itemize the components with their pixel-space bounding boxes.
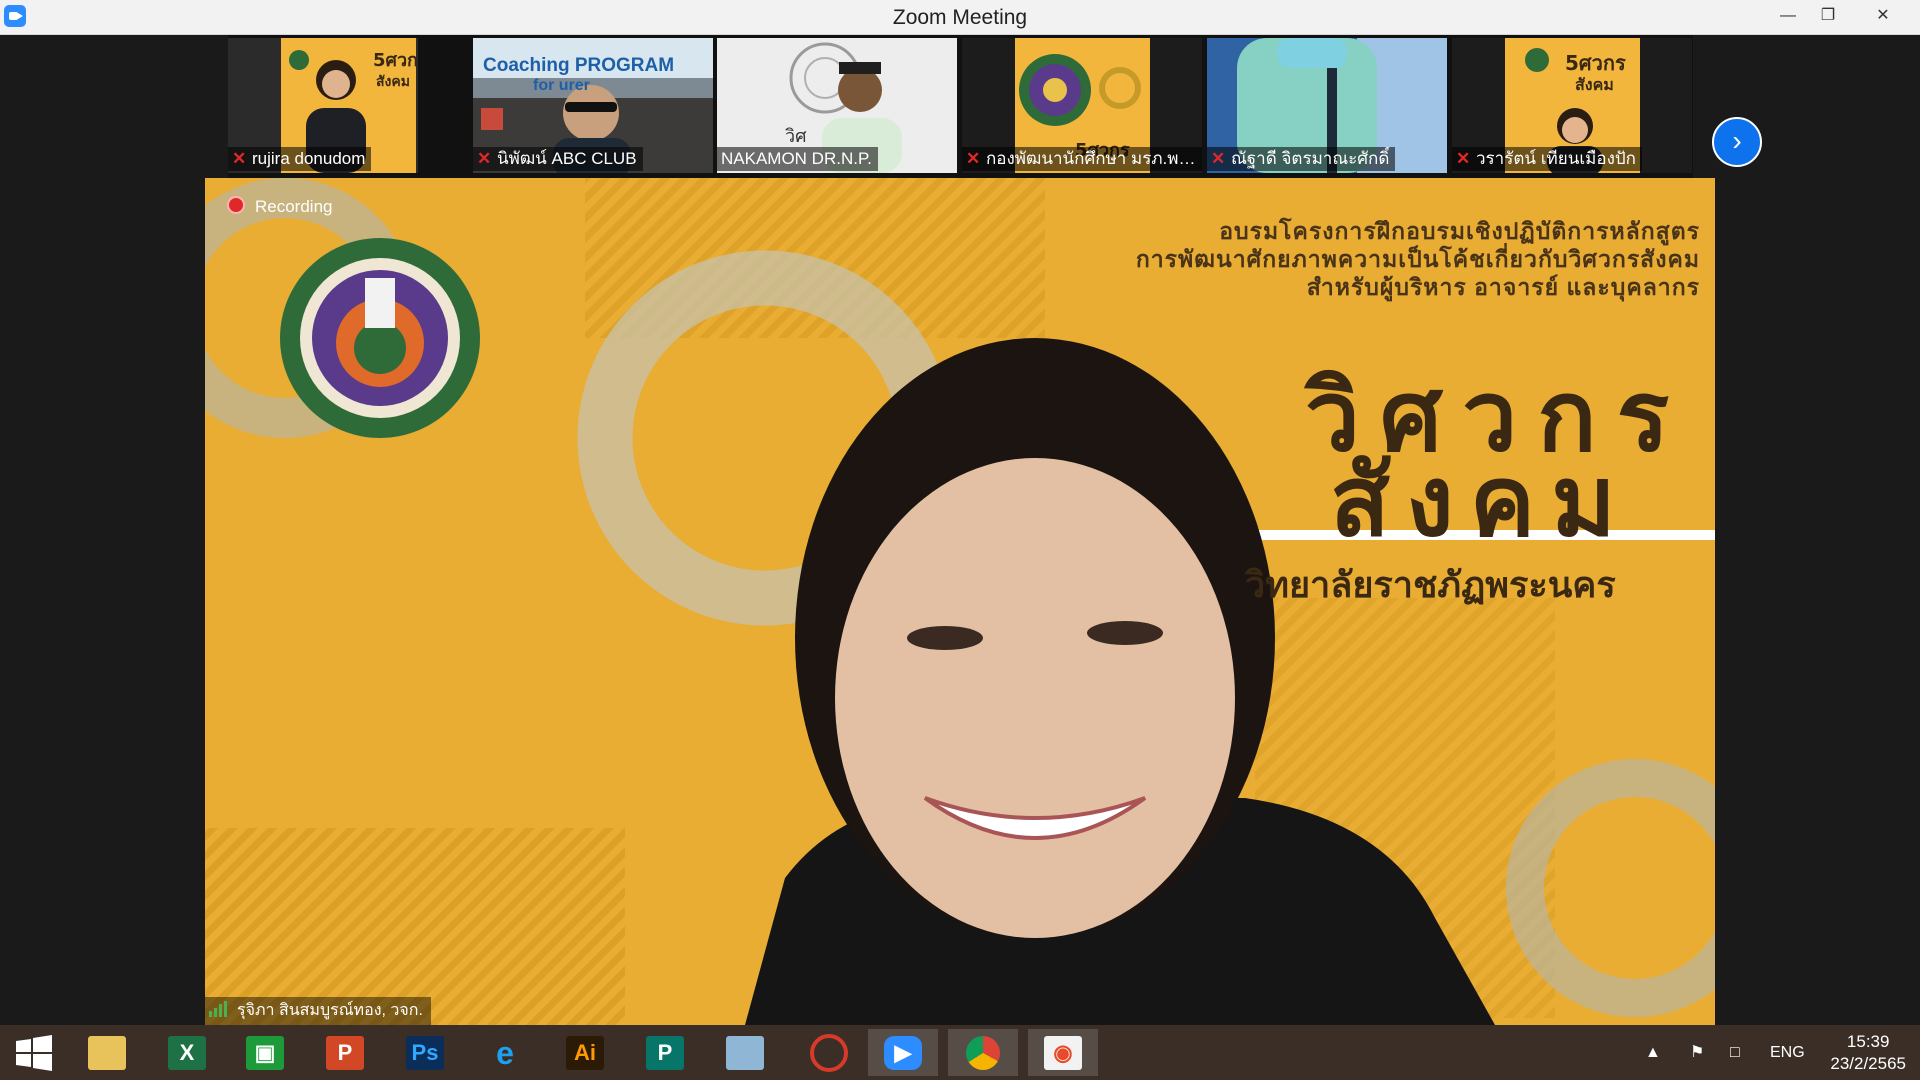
window-title: Zoom Meeting	[892, 6, 1028, 29]
internet-explorer-icon: e	[496, 1035, 514, 1071]
clock-time: 15:39	[1846, 1032, 1890, 1051]
taskbar-excel[interactable]: X	[152, 1029, 222, 1076]
participant-name-text: กองพัฒนานักศึกษา มรภ.พร...	[986, 149, 1202, 168]
svg-text:วิศ: วิศ	[785, 126, 807, 147]
participant-name-text: rujira donudom	[252, 149, 366, 168]
coaching-subtext: for urer	[533, 77, 590, 94]
speaker-name-text: รุจิภา สินสมบูรณ์ทอง, วจก.	[237, 1002, 423, 1019]
muted-mic-icon: ✕	[1456, 149, 1471, 168]
participant-tile[interactable]: วิศ NAKAMON DR.N.P.	[717, 38, 957, 173]
clock-date: 23/2/2565	[1830, 1054, 1906, 1073]
chrome-icon	[966, 1036, 1000, 1070]
taskbar-clock[interactable]: 15:39 23/2/2565	[1830, 1031, 1906, 1075]
muted-mic-icon: ✕	[477, 149, 492, 168]
taskbar-powerpoint[interactable]: P	[310, 1029, 380, 1076]
svg-text:สังคม: สังคม	[376, 74, 410, 90]
participant-name-text: ณัฐาดี จิตรมาณะศักดิ์	[1231, 149, 1390, 168]
close-button[interactable]: ✕	[1850, 0, 1916, 34]
gallery-strip: 5ศวกร สังคม ✕ rujira donudom Coaching PRO…	[0, 35, 1920, 178]
folder-icon	[88, 1036, 126, 1070]
powerpoint-icon: P	[326, 1036, 364, 1070]
svg-text:สังคม: สังคม	[1575, 75, 1614, 94]
participant-name-text: นิพัฒน์ ABC CLUB	[497, 149, 637, 168]
excel-icon: X	[168, 1036, 206, 1070]
active-speaker-video: Recording อบรมโครงการฝึกอบรมเชิงปฏิบัติก…	[205, 178, 1715, 1025]
language-indicator[interactable]: ENG	[1770, 1025, 1805, 1080]
start-button[interactable]	[0, 1029, 70, 1076]
svg-text:5ศวกร: 5ศวกร	[373, 50, 416, 71]
taskbar-photoscape[interactable]	[790, 1029, 860, 1076]
store-icon: ▣	[246, 1036, 284, 1070]
title-bar: Zoom Meeting — ❐ ✕	[0, 0, 1920, 35]
taskbar-publisher[interactable]: P	[630, 1029, 700, 1076]
recording-indicator: Recording	[227, 196, 333, 217]
taskbar-chrome[interactable]	[948, 1029, 1018, 1076]
participant-name-text: NAKAMON DR.N.P.	[721, 149, 872, 168]
windows-taskbar: X ▣ P Ps e Ai P ▶ ◉ ▲ ⚑ □ ENG 15:39 23/2…	[0, 1025, 1920, 1080]
taskbar-notes[interactable]	[710, 1029, 780, 1076]
restore-button[interactable]: ❐	[1805, 0, 1851, 34]
participant-tile[interactable]: 5ศวกร สังคม ✕ วรารัตน์ เทียนเมืองปัก	[1452, 38, 1692, 173]
notes-icon	[726, 1036, 764, 1070]
taskbar-illustrator[interactable]: Ai	[550, 1029, 620, 1076]
muted-mic-icon: ✕	[966, 149, 981, 168]
participant-name: ✕ วรารัตน์ เทียนเมืองปัก	[1452, 147, 1642, 171]
windows-logo-icon	[16, 1035, 52, 1071]
participant-tile[interactable]: ✕ ณัฐาดี จิตรมาณะศักดิ์	[1207, 38, 1447, 173]
camera-icon: ◉	[1044, 1036, 1082, 1070]
taskbar-zoom[interactable]: ▶	[868, 1029, 938, 1076]
participant-name: ✕ rujira donudom	[228, 147, 372, 171]
taskbar-camera[interactable]: ◉	[1028, 1029, 1098, 1076]
banner-line-3: สำหรับผู้บริหาร อาจารย์ และบุคลากร	[1306, 274, 1700, 300]
taskbar-internet-explorer[interactable]: e	[470, 1029, 540, 1076]
signal-bars-icon	[209, 1001, 227, 1017]
action-center-flag-icon[interactable]: ⚑	[1690, 1025, 1704, 1080]
illustrator-icon: Ai	[566, 1036, 604, 1070]
banner-university: วิทยาลัยราชภัฏพระนคร	[1245, 564, 1616, 605]
participant-name: ✕ กองพัฒนานักศึกษา มรภ.พร...	[962, 147, 1202, 171]
svg-text:5ศวกร: 5ศวกร	[1565, 51, 1626, 75]
taskbar-store[interactable]: ▣	[230, 1029, 300, 1076]
photoscape-icon	[810, 1034, 848, 1072]
speaker-name-label: รุจิภา สินสมบูรณ์ทอง, วจก.	[205, 997, 431, 1025]
network-icon[interactable]: □	[1730, 1025, 1740, 1080]
participant-tile[interactable]: 5ศวกร ✕กองพัฒนานักศึกษา มรภ.พร...	[962, 38, 1202, 173]
zoom-icon: ▶	[884, 1036, 922, 1070]
recording-dot-icon	[227, 196, 245, 214]
show-hidden-icons[interactable]: ▲	[1645, 1025, 1661, 1080]
taskbar-photoshop[interactable]: Ps	[390, 1029, 460, 1076]
participant-name-text: วรารัตน์ เทียนเมืองปัก	[1476, 149, 1636, 168]
participant-name: ✕ นิพัฒน์ ABC CLUB	[473, 147, 643, 171]
muted-mic-icon: ✕	[1211, 149, 1226, 168]
recording-label: Recording	[255, 197, 333, 216]
participant-name: NAKAMON DR.N.P.	[717, 147, 878, 171]
next-page-button[interactable]: ›	[1712, 117, 1762, 167]
coaching-text: Coaching PROGRAM	[483, 55, 675, 76]
participant-name: ✕ ณัฐาดี จิตรมาณะศักดิ์	[1207, 147, 1396, 171]
publisher-icon: P	[646, 1036, 684, 1070]
participant-tile[interactable]: 5ศวกร สังคม ✕ rujira donudom	[228, 38, 418, 173]
taskbar-file-explorer[interactable]	[72, 1029, 142, 1076]
participant-tile[interactable]: Coaching PROGRAM for urer ✕ นิพัฒน์ ABC C…	[473, 38, 713, 173]
muted-mic-icon: ✕	[232, 149, 247, 168]
photoshop-icon: Ps	[406, 1036, 444, 1070]
